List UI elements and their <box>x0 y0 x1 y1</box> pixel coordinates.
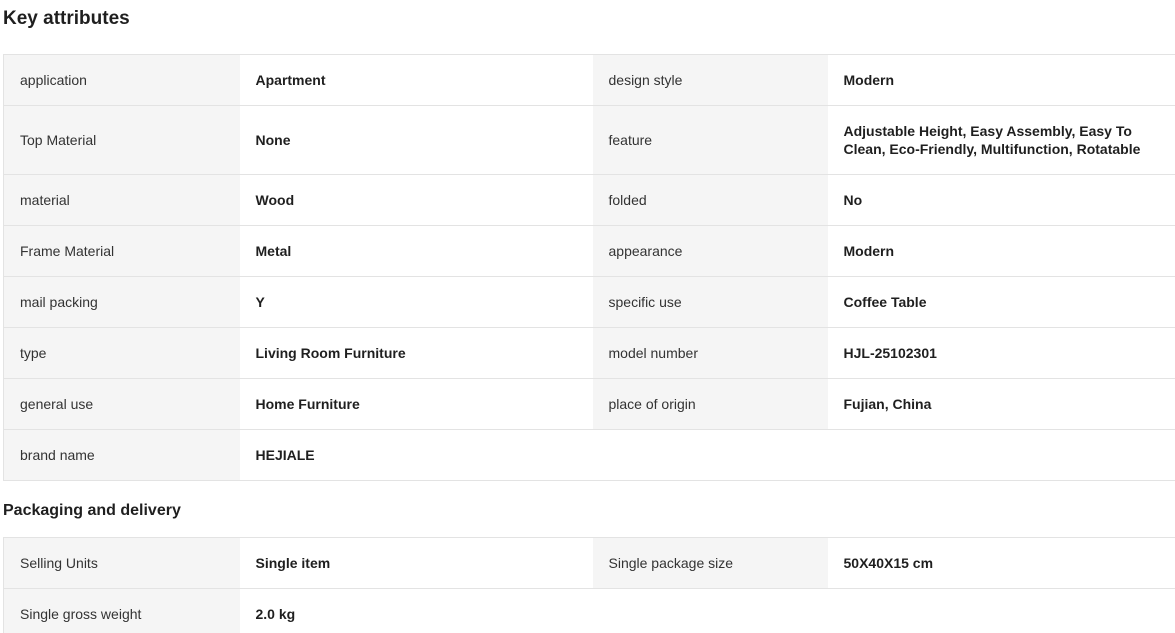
attribute-value: Wood <box>239 174 593 226</box>
attribute-value: Living Room Furniture <box>239 327 593 379</box>
attribute-value: Home Furniture <box>239 378 593 430</box>
packaging-delivery-title: Packaging and delivery <box>3 502 181 519</box>
attribute-label: brand name <box>3 429 240 481</box>
attribute-row: Single gross weight 2.0 kg <box>3 588 1175 633</box>
attribute-row: material Wood folded No <box>3 174 1175 226</box>
packaging-delivery-table: Selling Units Single item Single package… <box>3 537 1175 633</box>
attribute-row: Top Material None feature Adjustable Hei… <box>3 105 1175 175</box>
empty-cell <box>592 588 828 633</box>
attribute-row: application Apartment design style Moder… <box>3 54 1175 106</box>
attribute-label: place of origin <box>592 378 828 430</box>
attribute-label: material <box>3 174 240 226</box>
attribute-label: folded <box>592 174 828 226</box>
attribute-label: specific use <box>592 276 828 328</box>
attribute-label: model number <box>592 327 828 379</box>
attribute-row: Selling Units Single item Single package… <box>3 537 1175 589</box>
empty-cell <box>592 429 828 481</box>
attribute-label: Single package size <box>592 537 828 589</box>
attribute-label: general use <box>3 378 240 430</box>
product-attributes-page: Key attributes application Apartment des… <box>0 0 1175 633</box>
attribute-label: Frame Material <box>3 225 240 277</box>
attribute-value: Single item <box>239 537 593 589</box>
attribute-label: application <box>3 54 240 106</box>
empty-cell <box>827 588 1175 633</box>
attribute-label: feature <box>592 105 828 175</box>
attribute-value: No <box>827 174 1175 226</box>
attribute-value: 2.0 kg <box>239 588 593 633</box>
attribute-row: brand name HEJIALE <box>3 429 1175 481</box>
attribute-label: Top Material <box>3 105 240 175</box>
key-attributes-table: application Apartment design style Moder… <box>3 54 1175 481</box>
attribute-value: Metal <box>239 225 593 277</box>
attribute-value: Modern <box>827 54 1175 106</box>
attribute-value: Adjustable Height, Easy Assembly, Easy T… <box>827 105 1175 175</box>
attribute-label: Selling Units <box>3 537 240 589</box>
attribute-label: design style <box>592 54 828 106</box>
attribute-row: general use Home Furniture place of orig… <box>3 378 1175 430</box>
attribute-label: type <box>3 327 240 379</box>
attribute-value: None <box>239 105 593 175</box>
attribute-value: Fujian, China <box>827 378 1175 430</box>
attribute-value: Y <box>239 276 593 328</box>
attribute-row: mail packing Y specific use Coffee Table <box>3 276 1175 328</box>
attribute-value: HJL-25102301 <box>827 327 1175 379</box>
attribute-label: mail packing <box>3 276 240 328</box>
empty-cell <box>827 429 1175 481</box>
attribute-value: HEJIALE <box>239 429 593 481</box>
attribute-value: 50X40X15 cm <box>827 537 1175 589</box>
attribute-row: Frame Material Metal appearance Modern <box>3 225 1175 277</box>
attribute-label: appearance <box>592 225 828 277</box>
attribute-row: type Living Room Furniture model number … <box>3 327 1175 379</box>
attribute-label: Single gross weight <box>3 588 240 633</box>
key-attributes-title: Key attributes <box>3 8 130 29</box>
attribute-value: Apartment <box>239 54 593 106</box>
attribute-value: Coffee Table <box>827 276 1175 328</box>
attribute-value: Modern <box>827 225 1175 277</box>
